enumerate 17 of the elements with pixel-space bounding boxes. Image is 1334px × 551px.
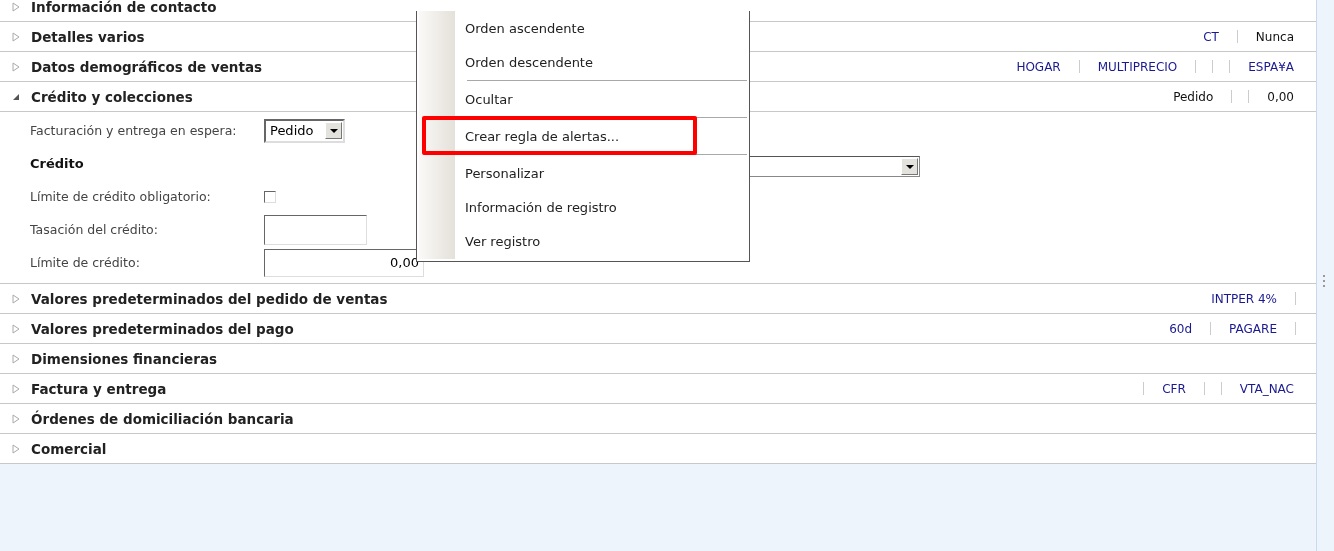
summary-value: Nunca xyxy=(1254,29,1295,44)
summary-value: ESPA¥A xyxy=(1247,59,1295,74)
summary-value: VTA_NAC xyxy=(1238,381,1295,396)
summary-value: 0,00 xyxy=(1266,89,1295,104)
summary-value: Pedido xyxy=(1172,89,1215,104)
summary-value: 60d xyxy=(1168,321,1194,336)
summary-value: INTPER 4% xyxy=(1210,291,1278,306)
group-heading: Crédito xyxy=(30,156,84,171)
summary-value: CFR xyxy=(1161,381,1187,396)
summary-value: HOGAR xyxy=(1015,59,1062,74)
field-label: Tasación del crédito: xyxy=(30,222,159,237)
field-label: Facturación y entrega en espera: xyxy=(30,123,238,138)
summary-value: CT xyxy=(1202,29,1220,44)
field-label: Límite de crédito: xyxy=(30,255,141,270)
field-label: Límite de crédito obligatorio: xyxy=(30,189,212,204)
summary-value: PAGARE xyxy=(1228,321,1278,336)
summary-value: MULTIPRECIO xyxy=(1096,59,1179,74)
